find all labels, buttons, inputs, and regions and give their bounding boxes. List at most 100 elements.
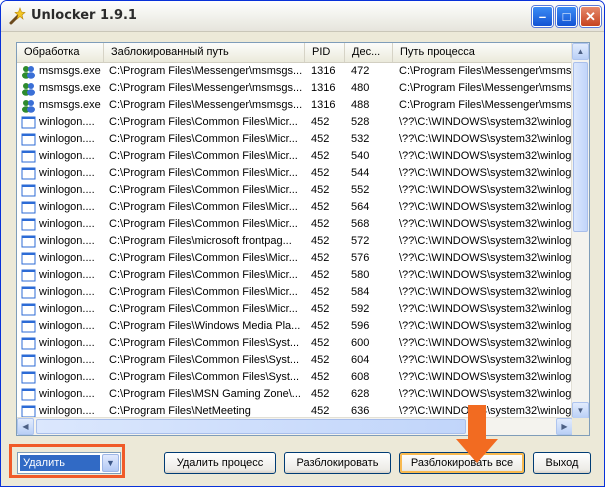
handle-cell: 604	[351, 354, 370, 366]
table-row[interactable]: winlogon.... C:\Program Files\Common File…	[17, 114, 573, 131]
window-title: Unlocker 1.9.1	[31, 8, 137, 23]
table-row[interactable]: winlogon.... C:\Program Files\Common File…	[17, 182, 573, 199]
locked-path-cell: C:\Program Files\Common Files\Micr...	[109, 252, 298, 264]
process-name-cell: winlogon....	[17, 182, 107, 199]
table-row[interactable]: winlogon.... C:\Program Files\Common File…	[17, 369, 573, 386]
process-path-cell: \??\C:\WINDOWS\system32\winlogo	[399, 252, 573, 264]
pid-cell: 452	[311, 388, 330, 400]
table-row[interactable]: winlogon.... C:\Program Files\Common File…	[17, 148, 573, 165]
window-icon	[21, 286, 36, 299]
table-row[interactable]: winlogon.... C:\Program Files\Common File…	[17, 165, 573, 182]
vertical-scrollbar[interactable]: ▲ ▼	[571, 43, 589, 419]
table-row[interactable]: winlogon.... C:\Program Files\Common File…	[17, 301, 573, 318]
locked-path-cell: C:\Program Files\Messenger\msmsgs...	[109, 82, 303, 94]
table-row[interactable]: winlogon.... C:\Program Files\Common File…	[17, 267, 573, 284]
handle-cell: 600	[351, 337, 370, 349]
handle-cell: 580	[351, 269, 370, 281]
vertical-scroll-thumb[interactable]	[573, 62, 588, 232]
locked-path-cell: C:\Program Files\Common Files\Micr...	[109, 286, 298, 298]
table-row[interactable]: msmsgs.exe C:\Program Files\Messenger\msm…	[17, 97, 573, 114]
handle-cell: 540	[351, 150, 370, 162]
action-select-highlight	[9, 444, 125, 478]
table-row[interactable]: msmsgs.exe C:\Program Files\Messenger\msm…	[17, 80, 573, 97]
kill-process-button[interactable]: Удалить процесс	[164, 452, 276, 474]
locked-handles-list[interactable]: Обработка Заблокированный путь PID Дес..…	[16, 42, 590, 436]
handle-cell: 552	[351, 184, 370, 196]
process-path-cell: \??\C:\WINDOWS\system32\winlogo	[399, 201, 573, 213]
process-path-cell: \??\C:\WINDOWS\system32\winlogo	[399, 184, 573, 196]
minimize-button[interactable]: –	[532, 6, 553, 27]
locked-path-cell: C:\Program Files\Common Files\Syst...	[109, 337, 300, 349]
process-path-cell: \??\C:\WINDOWS\system32\winlogo	[399, 354, 573, 366]
process-name-cell: msmsgs.exe	[17, 97, 107, 114]
table-row[interactable]: winlogon.... C:\Program Files\Common File…	[17, 250, 573, 267]
window-icon	[21, 167, 36, 180]
column-header-handle[interactable]: Дес...	[345, 43, 393, 62]
pid-cell: 452	[311, 354, 330, 366]
locked-path-cell: C:\Program Files\Common Files\Syst...	[109, 354, 300, 366]
column-header-locked-path[interactable]: Заблокированный путь	[104, 43, 305, 62]
table-row[interactable]: winlogon.... C:\Program Files\MSN Gaming …	[17, 386, 573, 403]
quit-button[interactable]: Выход	[533, 452, 591, 474]
pid-cell: 452	[311, 252, 330, 264]
table-row[interactable]: winlogon.... C:\Program Files\Common File…	[17, 284, 573, 301]
window-icon	[21, 235, 36, 248]
table-row[interactable]: winlogon.... C:\Program Files\Common File…	[17, 352, 573, 369]
process-name-cell: winlogon....	[17, 386, 107, 403]
scrollbar-corner	[572, 418, 589, 435]
scroll-down-button[interactable]: ▼	[572, 402, 589, 419]
handle-cell: 544	[351, 167, 370, 179]
window-icon	[21, 269, 36, 282]
scroll-up-button[interactable]: ▲	[572, 43, 589, 60]
window-icon	[21, 354, 36, 367]
process-name: winlogon....	[39, 252, 95, 264]
close-button[interactable]: ✕	[580, 6, 601, 27]
messenger-icon	[22, 83, 35, 96]
window-icon	[21, 218, 36, 231]
title-bar[interactable]: Unlocker 1.9.1 – □ ✕	[1, 1, 604, 32]
process-name: winlogon....	[39, 167, 95, 179]
unlocker-window: Unlocker 1.9.1 – □ ✕ Обработка Заблокиро…	[0, 0, 605, 487]
window-icon	[21, 201, 36, 214]
handle-cell: 628	[351, 388, 370, 400]
column-header-process[interactable]: Обработка	[17, 43, 104, 62]
process-path-cell: \??\C:\WINDOWS\system32\winlogo	[399, 235, 573, 247]
locked-path-cell: C:\Program Files\Common Files\Syst...	[109, 371, 300, 383]
table-row[interactable]: winlogon.... C:\Program Files\Windows Med…	[17, 318, 573, 335]
pid-cell: 1316	[311, 99, 336, 111]
table-row[interactable]: winlogon.... C:\Program Files\Common File…	[17, 199, 573, 216]
window-icon	[21, 371, 36, 384]
pid-cell: 452	[311, 201, 330, 213]
handle-cell: 596	[351, 320, 370, 332]
handle-cell: 572	[351, 235, 370, 247]
pid-cell: 452	[311, 303, 330, 315]
process-name: winlogon....	[39, 269, 95, 281]
horizontal-scroll-thumb[interactable]	[36, 419, 466, 434]
process-name: msmsgs.exe	[39, 82, 101, 94]
process-name-cell: winlogon....	[17, 369, 107, 386]
table-row[interactable]: msmsgs.exe C:\Program Files\Messenger\msm…	[17, 63, 573, 80]
scroll-right-button[interactable]: ▶	[556, 418, 573, 435]
table-row[interactable]: winlogon.... C:\Program Files\microsoft f…	[17, 233, 573, 250]
table-row[interactable]: winlogon.... C:\Program Files\Common File…	[17, 216, 573, 233]
table-row[interactable]: winlogon.... C:\Program Files\Common File…	[17, 131, 573, 148]
maximize-button[interactable]: □	[556, 6, 577, 27]
locked-path-cell: C:\Program Files\MSN Gaming Zone\...	[109, 388, 301, 400]
process-name-cell: winlogon....	[17, 250, 107, 267]
messenger-icon	[22, 66, 35, 79]
pid-cell: 1316	[311, 65, 336, 77]
pid-cell: 452	[311, 235, 330, 247]
column-header-pid[interactable]: PID	[305, 43, 345, 62]
table-row[interactable]: winlogon.... C:\Program Files\Common File…	[17, 335, 573, 352]
process-name-cell: winlogon....	[17, 114, 107, 131]
unlock-button[interactable]: Разблокировать	[284, 452, 391, 474]
scroll-left-button[interactable]: ◀	[17, 418, 34, 435]
handle-cell: 568	[351, 218, 370, 230]
process-name-cell: winlogon....	[17, 352, 107, 369]
process-path-cell: \??\C:\WINDOWS\system32\winlogo	[399, 371, 573, 383]
process-name: winlogon....	[39, 218, 95, 230]
pid-cell: 452	[311, 150, 330, 162]
column-header-process-path[interactable]: Путь процесса	[393, 43, 573, 62]
process-path-cell: \??\C:\WINDOWS\system32\winlogo	[399, 150, 573, 162]
handle-cell: 608	[351, 371, 370, 383]
